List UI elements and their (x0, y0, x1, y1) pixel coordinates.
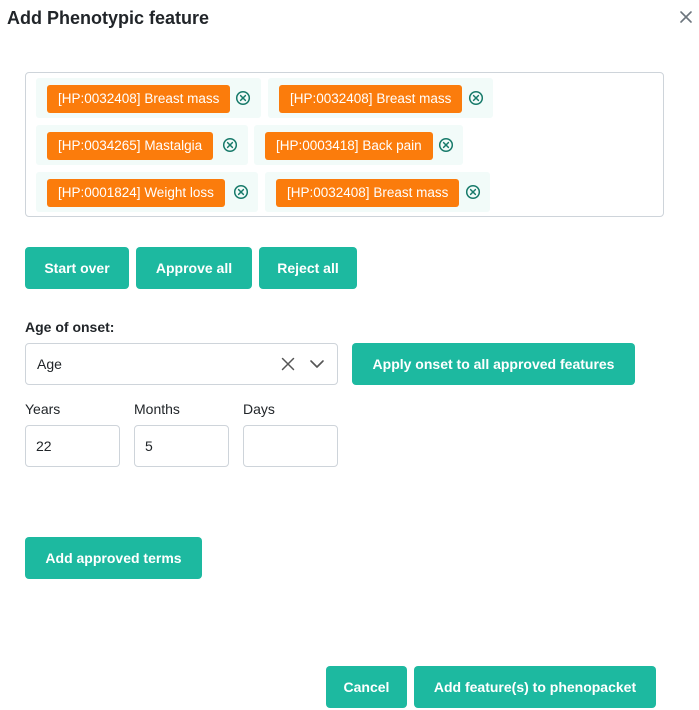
tag-item: [HP:0003418] Back pain (254, 125, 463, 165)
add-features-button[interactable]: Add feature(s) to phenopacket (414, 666, 656, 708)
tag-item: [HP:0032408] Breast mass (265, 172, 490, 212)
clear-icon[interactable] (281, 357, 295, 371)
start-over-button[interactable]: Start over (25, 247, 129, 289)
remove-circle-icon[interactable] (468, 90, 484, 106)
remove-circle-icon[interactable] (465, 184, 481, 200)
age-of-onset-label: Age of onset: (25, 319, 115, 335)
tag-item: [HP:0034265] Mastalgia (36, 125, 248, 165)
months-label: Months (134, 401, 180, 417)
remove-circle-icon[interactable] (235, 90, 251, 106)
days-input[interactable] (243, 425, 338, 467)
tag-chip[interactable]: [HP:0032408] Breast mass (47, 85, 231, 113)
tag-chip[interactable]: [HP:0032408] Breast mass (276, 179, 460, 207)
selected-terms-box: [HP:0032408] Breast mass [HP:0032408] Br… (25, 72, 664, 217)
remove-circle-icon[interactable] (222, 137, 238, 153)
chevron-down-icon[interactable] (309, 358, 325, 370)
tag-chip[interactable]: [HP:0003418] Back pain (265, 132, 433, 160)
approve-all-button[interactable]: Approve all (136, 247, 252, 289)
onset-select-value: Age (37, 356, 62, 372)
apply-onset-button[interactable]: Apply onset to all approved features (352, 343, 635, 385)
add-approved-terms-button[interactable]: Add approved terms (25, 537, 202, 579)
tag-chip[interactable]: [HP:0001824] Weight loss (47, 179, 225, 207)
days-label: Days (243, 401, 275, 417)
remove-circle-icon[interactable] (233, 184, 249, 200)
tag-item: [HP:0032408] Breast mass (268, 78, 493, 118)
tag-item: [HP:0001824] Weight loss (36, 172, 258, 212)
years-label: Years (25, 401, 61, 417)
remove-circle-icon[interactable] (438, 137, 454, 153)
reject-all-button[interactable]: Reject all (259, 247, 357, 289)
dialog-title: Add Phenotypic feature (7, 8, 210, 28)
tag-chip[interactable]: [HP:0032408] Breast mass (279, 85, 463, 113)
tag-item: [HP:0032408] Breast mass (36, 78, 261, 118)
close-icon[interactable] (677, 8, 695, 26)
years-input[interactable] (25, 425, 120, 467)
tag-chip[interactable]: [HP:0034265] Mastalgia (47, 132, 214, 160)
cancel-button[interactable]: Cancel (326, 666, 407, 708)
onset-select[interactable]: Age (25, 343, 338, 385)
months-input[interactable] (134, 425, 229, 467)
